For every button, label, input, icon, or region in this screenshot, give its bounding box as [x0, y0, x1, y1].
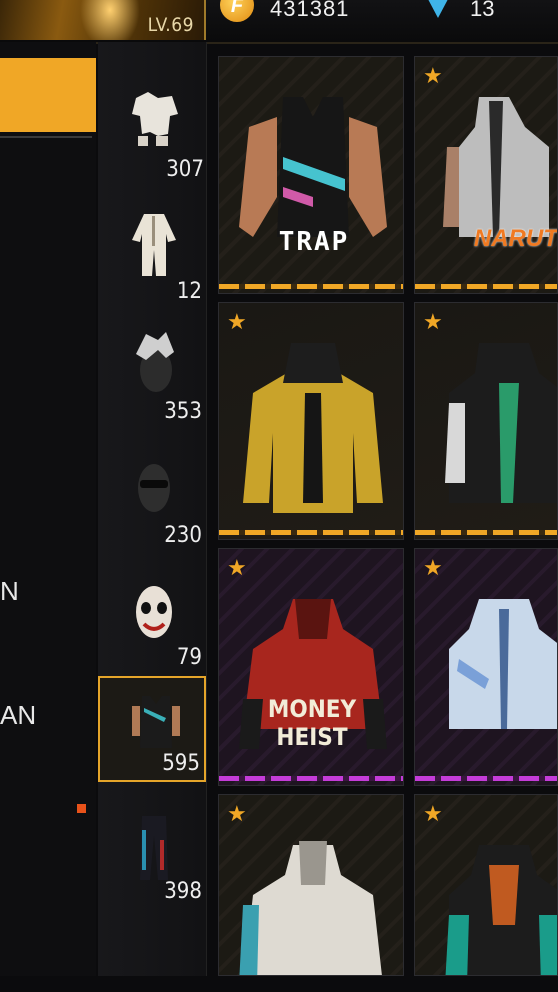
brand-logo-text: TRAP [278, 227, 350, 257]
clown-mask-icon [136, 586, 172, 638]
yellow-jacket-garment-image [243, 343, 383, 513]
outfit-card-money-heist[interactable]: ★ MONEY HEIST [218, 548, 404, 786]
item-count: 398 [164, 879, 202, 904]
hair-icon [136, 332, 174, 392]
favorite-star-icon: ★ [423, 63, 443, 88]
favorite-star-icon: ★ [423, 801, 443, 826]
outfit-set-icon [132, 92, 178, 146]
item-count: 230 [164, 523, 202, 548]
rarity-bar [219, 284, 403, 289]
brand-logo-text: MONEY HEIST [267, 695, 357, 751]
favorite-star-icon: ★ [423, 309, 443, 334]
outfit-card-teal-jacket[interactable]: ★ [414, 794, 558, 976]
outfit-card-black-green-jacket[interactable]: ★ [414, 302, 558, 540]
item-count: 595 [162, 751, 200, 776]
player-avatar-banner[interactable]: LV.69 [0, 0, 206, 40]
brand-logo-text: NARUTO [473, 225, 558, 252]
pants-icon [140, 816, 168, 880]
outfit-card-naruto[interactable]: ★ NARUTO [414, 56, 558, 294]
rarity-bar [219, 530, 403, 535]
tank-top-icon [132, 696, 180, 748]
diamond-icon [420, 0, 456, 18]
category-label-1[interactable]: N [0, 576, 19, 607]
player-level: LV.69 [147, 14, 194, 36]
black-jacket-garment-image [445, 343, 557, 503]
outfit-card-trap[interactable]: TRAP [218, 56, 404, 294]
rarity-bar [415, 530, 557, 535]
top-bar: LV.69 F 431381 13 [0, 0, 558, 44]
item-type-face-mask-glasses[interactable]: 230 [98, 444, 206, 552]
item-count: 79 [176, 645, 202, 670]
item-type-jumpsuit[interactable]: 12 [98, 200, 206, 308]
item-type-bottom[interactable]: 398 [98, 800, 206, 908]
item-type-outfit-set[interactable]: 307 [98, 78, 206, 186]
rarity-bar [219, 776, 403, 781]
rarity-bar [415, 284, 557, 289]
outfit-card-white-hoodie[interactable]: ★ [218, 794, 404, 976]
rarity-bar [415, 776, 557, 781]
favorite-star-icon: ★ [227, 309, 247, 334]
outfit-card-yellow-jacket[interactable]: ★ [218, 302, 404, 540]
item-count: 307 [166, 157, 204, 182]
jumpsuit-icon [132, 214, 176, 276]
item-type-hair[interactable]: 353 [98, 320, 206, 428]
outfit-card-silver-jacket[interactable]: ★ [414, 548, 558, 786]
sunglasses-mask-icon [138, 464, 170, 512]
item-count: 12 [176, 279, 202, 304]
category-panel [0, 42, 96, 992]
item-count: 353 [164, 399, 202, 424]
silver-jacket-garment-image [449, 599, 557, 729]
item-type-top[interactable]: 595 [98, 676, 206, 782]
category-tab-active[interactable] [0, 58, 96, 138]
item-type-mask[interactable]: 79 [98, 566, 206, 674]
favorite-star-icon: ★ [227, 555, 247, 580]
bottom-strip [0, 976, 558, 992]
teal-jacket-garment-image [445, 845, 557, 975]
diamond-amount: 13 [470, 0, 495, 21]
favorite-star-icon: ★ [423, 555, 443, 580]
gold-coin-icon: F [220, 0, 254, 22]
white-hoodie-garment-image [239, 841, 382, 975]
gold-amount: 431381 [270, 0, 350, 21]
favorite-star-icon: ★ [227, 801, 247, 826]
category-label-2[interactable]: AN [0, 700, 36, 731]
notification-dot [77, 804, 86, 813]
